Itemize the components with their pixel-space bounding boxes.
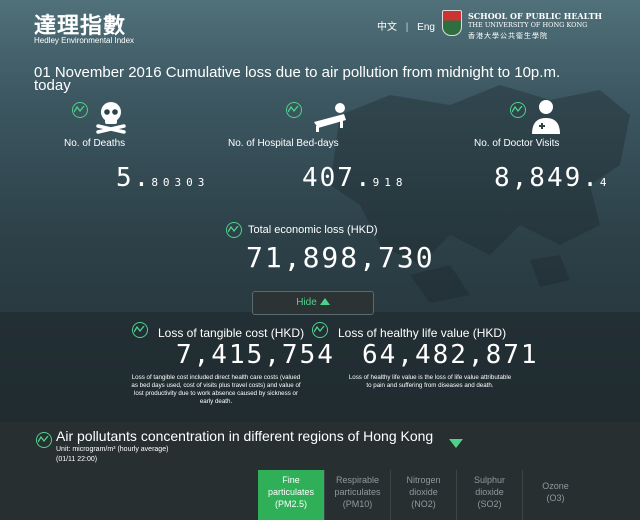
hku-school-name: SCHOOL OF PUBLIC HEALTH — [468, 11, 603, 21]
chevron-down-icon[interactable] — [449, 439, 463, 448]
deaths-value-int: 5. — [116, 163, 152, 193]
tab-line: Ozone — [542, 481, 569, 491]
trend-icon[interactable] — [226, 222, 242, 238]
tab-line: Nitrogen — [406, 475, 441, 485]
tab-line: Fine — [282, 475, 300, 485]
tab-line: (NO2) — [411, 499, 436, 509]
trend-icon[interactable] — [510, 102, 526, 118]
trend-icon[interactable] — [72, 102, 88, 118]
doctor-visits-value: 8,849.4 — [494, 163, 612, 193]
deaths-label: No. of Deaths — [64, 138, 126, 149]
tab-line: (PM10) — [342, 499, 373, 509]
bed-days-label: No. of Hospital Bed-days — [228, 138, 339, 149]
hku-logo[interactable]: SCHOOL OF PUBLIC HEALTH THE UNIVERSITY O… — [442, 10, 602, 44]
bed-days-value: 407.918 — [302, 163, 408, 193]
tab-o3[interactable]: Ozone (O3) — [522, 470, 588, 520]
headline: 01 November 2016 Cumulative loss due to … — [34, 64, 561, 94]
hku-crest-icon — [442, 10, 462, 36]
tab-line: particulates — [334, 487, 381, 497]
bed-days-value-int: 407. — [302, 163, 373, 193]
pollutants-title: Air pollutants concentration in differen… — [56, 428, 434, 444]
total-loss-value: 71,898,730 — [246, 241, 435, 274]
doctor-visits-label: No. of Doctor Visits — [474, 138, 560, 149]
hku-university-name: THE UNIVERSITY OF HONG KONG — [468, 21, 588, 29]
language-switch: 中文 | Eng — [374, 18, 438, 33]
lang-english-link[interactable]: Eng — [414, 22, 438, 33]
doctor-icon — [532, 100, 560, 134]
deaths-value-decimal: 80303 — [151, 176, 210, 189]
tangible-cost-label: Loss of tangible cost (HKD) — [158, 326, 305, 340]
pollutants-unit: Unit: microgram/m³ (hourly average) — [56, 446, 169, 453]
tab-no2[interactable]: Nitrogen dioxide (NO2) — [390, 470, 456, 520]
bed-days-value-decimal: 918 — [372, 176, 408, 189]
doctor-visits-value-decimal: 4 — [599, 176, 612, 189]
tab-pm10[interactable]: Respirable particulates (PM10) — [324, 470, 390, 520]
chevron-up-icon — [319, 298, 330, 305]
tangible-cost-note: Loss of tangible cost included direct he… — [131, 374, 301, 405]
tab-line: dioxide — [409, 487, 438, 497]
hide-button[interactable]: Hide — [252, 291, 374, 315]
tab-line: Respirable — [335, 475, 380, 485]
trend-icon[interactable] — [36, 432, 52, 448]
trend-icon[interactable] — [286, 102, 302, 118]
lang-separator: | — [405, 22, 409, 33]
tab-pm25[interactable]: Fine particulates (PM2.5) — [258, 470, 324, 520]
hide-label: Hide — [296, 297, 317, 308]
doctor-visits-value-int: 8,849. — [494, 163, 600, 193]
tangible-cost-value: 7,415,754 — [176, 340, 335, 370]
pollutants-time: (01/11 22:00) — [56, 456, 98, 463]
tab-line: (PM2.5) — [274, 499, 307, 509]
tab-line: particulates — [267, 487, 315, 497]
hku-chinese-name: 香港大學公共衞生學院 — [468, 33, 548, 40]
healthy-life-label: Loss of healthy life value (HKD) — [338, 326, 507, 340]
header: 達理指數 Hedley Environmental Index 中文 | Eng… — [0, 0, 640, 56]
healthy-life-value: 64,482,871 — [362, 340, 539, 370]
deaths-value: 5.80303 — [116, 163, 209, 193]
tab-line: (SO2) — [477, 499, 502, 509]
hospital-bed-icon — [314, 103, 346, 132]
healthy-life-note: Loss of healthy life value is the loss o… — [348, 374, 512, 389]
tab-line: (O3) — [546, 493, 565, 503]
total-loss-label: Total economic loss (HKD) — [248, 224, 378, 236]
logo-subtitle: Hedley Environmental Index — [34, 36, 135, 45]
tab-line: dioxide — [475, 487, 504, 497]
tab-so2[interactable]: Sulphur dioxide (SO2) — [456, 470, 522, 520]
trend-icon[interactable] — [312, 322, 328, 338]
skull-crossbones-icon — [96, 102, 126, 134]
lang-chinese-link[interactable]: 中文 — [374, 22, 400, 33]
tab-line: Sulphur — [473, 475, 506, 485]
trend-icon[interactable] — [132, 322, 148, 338]
